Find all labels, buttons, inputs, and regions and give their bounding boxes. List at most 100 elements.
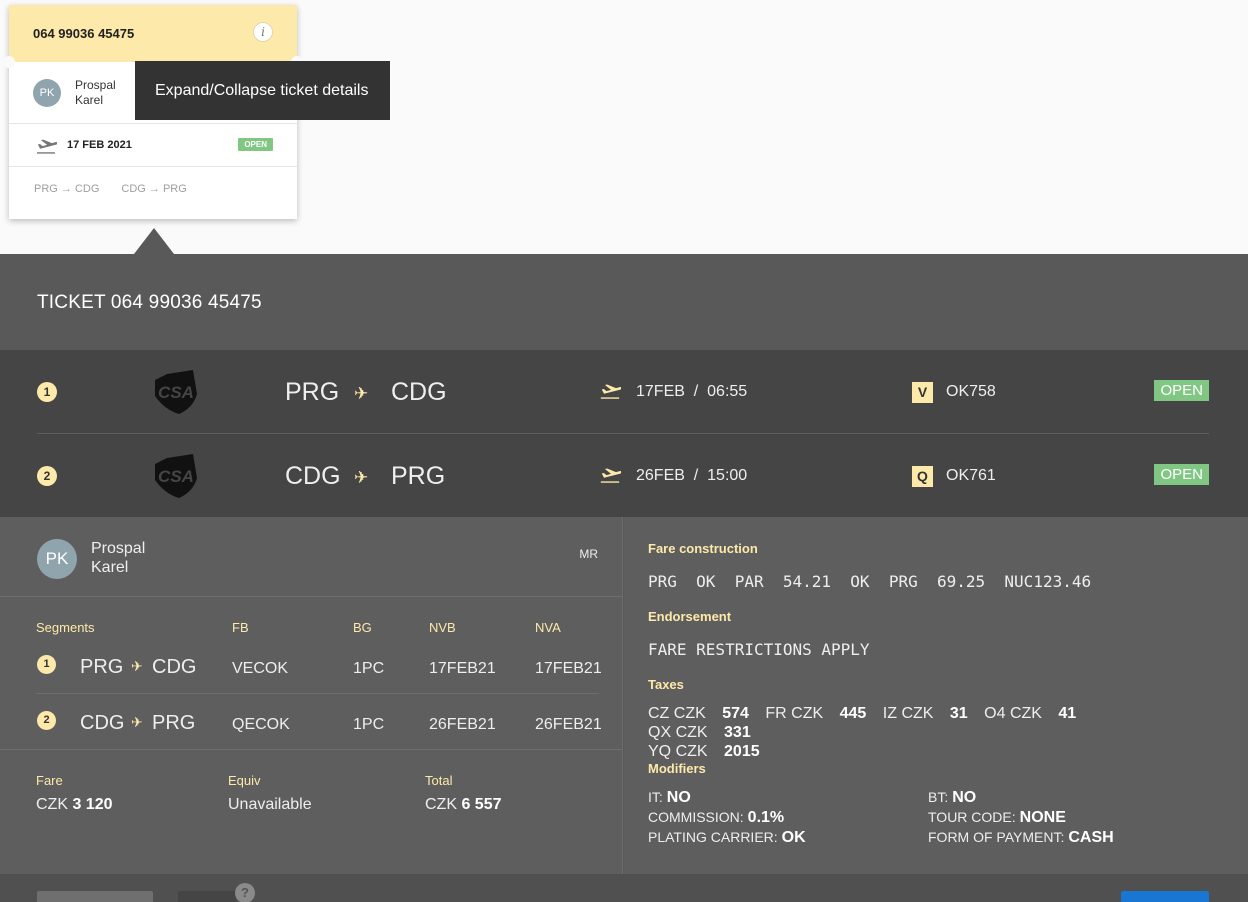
panel-pointer (134, 228, 174, 254)
fare-construction-section: Fare construction PRG OK PAR 54.21 OK PR… (624, 517, 1248, 874)
modifier-label: BT: (928, 789, 949, 805)
segment-list: 1 CSA PRG ✈ CDG 17FEB / 06:55 V OK758 OP… (0, 350, 1248, 517)
segment-index: 2 (37, 466, 57, 486)
fare-construction-value: PRG OK PAR 54.21 OK PRG 69.25 NUC123.46 (648, 572, 1092, 591)
row-to: PRG (152, 712, 196, 734)
segment-departure: 17FEB / 06:55 (636, 383, 748, 400)
card-routes: PRG → CDG CDG → PRG (9, 167, 297, 211)
total-currency: CZK (425, 796, 457, 813)
ticket-detail-panel: TICKET 064 99036 45475 1 CSA PRG ✈ CDG 1… (0, 254, 1248, 902)
csa-logo: CSA (155, 370, 197, 414)
header-fb: FB (232, 620, 249, 635)
passenger-header: PK Prospal Karel MR (0, 517, 622, 597)
route-1: PRG → CDG (34, 183, 100, 195)
plane-icon: ✈ (354, 384, 369, 403)
page-title: TICKET 064 99036 45475 (37, 292, 262, 313)
passenger-first: Prospal (75, 77, 116, 92)
passenger-title: MR (579, 547, 598, 561)
passenger-first: Prospal (91, 540, 146, 557)
row-fb: VECOK (232, 660, 289, 677)
takeoff-icon (600, 384, 621, 399)
header-nvb: NVB (429, 620, 456, 635)
modifier-bt: BT: NO (928, 789, 976, 807)
tax-code: CZ CZK (648, 705, 706, 722)
modifier-tour-code: TOUR CODE: NONE (928, 809, 1066, 827)
tax-amount: 331 (724, 724, 751, 741)
action-button[interactable] (37, 891, 153, 902)
modifier-it: IT: NO (648, 789, 691, 807)
status-badge: OPEN (1154, 380, 1209, 401)
info-icon[interactable]: i (253, 22, 273, 42)
modifier-value: NONE (1019, 809, 1066, 826)
modifier-label: PLATING CARRIER: (648, 829, 778, 845)
svg-text:CSA: CSA (158, 383, 194, 402)
equiv-label: Equiv (228, 773, 261, 788)
fare-construction-label: Fare construction (648, 541, 758, 556)
plane-icon: ✈ (131, 658, 143, 674)
fare-currency: CZK (36, 796, 68, 813)
tax-amount: 41 (1058, 705, 1077, 722)
segment-index: 2 (37, 711, 56, 730)
modifier-label: FORM OF PAYMENT: (928, 829, 1065, 845)
row-nva: 17FEB21 (535, 660, 602, 677)
plane-icon: ✈ (131, 714, 143, 730)
tax-code: IZ CZK (882, 705, 934, 722)
ticket-card-header[interactable]: 064 99036 45475 i (3, 5, 303, 68)
total-value: CZK 6 557 (425, 796, 502, 814)
modifier-value: NO (952, 789, 977, 806)
segment-index: 1 (37, 382, 57, 402)
avatar: PK (33, 78, 61, 107)
modifier-value: NO (666, 789, 691, 806)
primary-button[interactable] (1121, 891, 1209, 902)
row-from: CDG (80, 712, 125, 734)
help-icon[interactable]: ? (235, 883, 255, 902)
passenger-last: Karel (91, 559, 129, 576)
status-badge: OPEN (1154, 464, 1209, 485)
takeoff-icon (37, 139, 57, 154)
csa-logo: CSA (155, 454, 197, 498)
passenger-section: PK Prospal Karel MR Segments FB BG NVB N… (0, 517, 623, 874)
modifier-commission: COMMISSION: 0.1% (648, 809, 784, 827)
modifiers-label: Modifiers (648, 761, 706, 776)
segment-row[interactable]: 2 CSA CDG ✈ PRG 26FEB / 15:00 Q OK761 OP… (37, 434, 1209, 518)
segment-index: 1 (37, 655, 56, 674)
modifier-label: COMMISSION: (648, 809, 744, 825)
tax-item: CZ CZK 574 (648, 705, 749, 722)
fare-amount: 3 120 (72, 796, 113, 813)
route-2: CDG → PRG (121, 183, 187, 195)
endorsement-value: FARE RESTRICTIONS APPLY (648, 640, 870, 659)
row-to: CDG (152, 656, 197, 678)
table-row: 1 PRG ✈ CDG VECOK 1PC 17FEB21 17FEB21 (36, 638, 602, 694)
segment-from: CDG (285, 462, 341, 490)
tax-code: YQ CZK (648, 743, 708, 760)
table-row: 2 CDG ✈ PRG QECOK 1PC 26FEB21 26FEB21 (36, 694, 602, 750)
segment-departure: 26FEB / 15:00 (636, 467, 748, 484)
tax-item: IZ CZK 31 (883, 705, 968, 722)
modifier-label: TOUR CODE: (928, 809, 1016, 825)
action-button[interactable] (178, 891, 236, 902)
equiv-value: Unavailable (228, 796, 312, 813)
tooltip: Expand/Collapse ticket details (135, 61, 390, 120)
tax-code: FR CZK (765, 705, 824, 722)
modifier-form-of-payment: FORM OF PAYMENT: CASH (928, 829, 1114, 847)
fare-summary: Fare CZK 3 120 Equiv Unavailable Total C… (0, 749, 623, 874)
header-nva: NVA (535, 620, 561, 635)
segment-row[interactable]: 1 CSA PRG ✈ CDG 17FEB / 06:55 V OK758 OP… (37, 350, 1209, 434)
plane-icon: ✈ (354, 468, 369, 487)
total-label: Total (425, 773, 453, 788)
status-badge: OPEN (238, 138, 273, 151)
passenger-name: Prospal Karel (75, 78, 116, 108)
row-nvb: 26FEB21 (429, 716, 496, 733)
row-nvb: 17FEB21 (429, 660, 496, 677)
modifier-plating-carrier: PLATING CARRIER: OK (648, 829, 806, 847)
card-notch-left (3, 56, 15, 68)
row-fb: QECOK (232, 716, 290, 733)
tax-amount: 2015 (724, 743, 760, 760)
fare-value: CZK 3 120 (36, 796, 113, 814)
booking-class: Q (912, 466, 933, 487)
ticket-date: 17 FEB 2021 (67, 139, 132, 151)
row-from: PRG (80, 656, 124, 678)
passenger-last: Karel (75, 92, 104, 107)
segment-from: PRG (285, 378, 340, 406)
ticket-number: 064 99036 45475 (33, 26, 135, 41)
